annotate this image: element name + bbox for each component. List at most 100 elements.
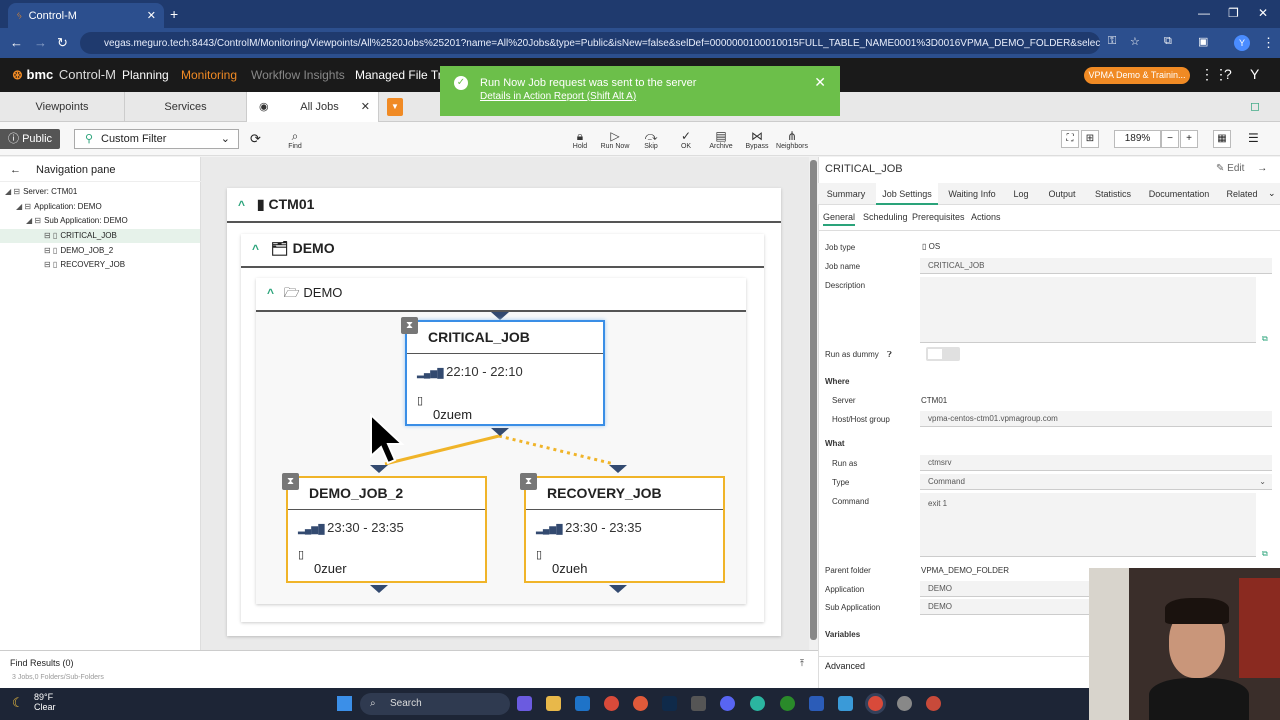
nav-planning[interactable]: Planning	[122, 68, 169, 82]
restore-icon[interactable]: ❐	[1228, 6, 1239, 20]
tabs-dropdown-button[interactable]: ▼	[387, 98, 403, 116]
back-icon[interactable]: ←	[10, 35, 23, 50]
browser-tab[interactable]: ᛃ Control-M ✕	[8, 3, 164, 28]
collapse-caret-icon[interactable]: ^	[238, 198, 245, 212]
start-icon[interactable]	[337, 696, 352, 711]
close-window-icon[interactable]: ✕	[1258, 6, 1268, 20]
chrome-active-icon[interactable]	[868, 696, 883, 711]
lightbulb-icon[interactable]: ◻	[1250, 99, 1260, 113]
job-name-field[interactable]: CRITICAL_JOB	[920, 258, 1272, 274]
description-field[interactable]	[920, 277, 1256, 343]
zoom-out-icon[interactable]: −	[1161, 130, 1179, 148]
host-field[interactable]: vpma-centos-ctm01.vpmagroup.com	[920, 411, 1272, 427]
tab-viewpoints[interactable]: Viewpoints	[0, 92, 125, 122]
application-field[interactable]: DEMO	[920, 581, 1090, 597]
minimize-icon[interactable]: —	[1198, 6, 1210, 20]
environment-badge[interactable]: VPMA Demo & Trainin...	[1084, 67, 1190, 84]
job-node-recovery[interactable]: RECOVERY_JOB ▂▄▆█ 23:30 - 23:35 ▯ 0zueh	[524, 476, 725, 583]
nav-monitoring[interactable]: Monitoring	[181, 68, 237, 82]
list-view-icon[interactable]: ☰	[1248, 131, 1259, 145]
collapse-caret-icon[interactable]: ^	[252, 242, 259, 256]
word-icon[interactable]	[809, 696, 824, 711]
reload-icon[interactable]: ↻	[57, 35, 68, 51]
tree-item-application[interactable]: ◢ ⊟ Application: DEMO	[0, 200, 200, 214]
tab-log[interactable]: Log	[1006, 183, 1036, 205]
ok-button[interactable]: ✓ OK	[668, 129, 704, 150]
xbox-icon[interactable]	[780, 696, 795, 711]
subtab-prerequisites[interactable]: Prerequisites	[912, 212, 965, 222]
server-header[interactable]: ^ ▮ CTM01	[238, 196, 314, 213]
nav-workflow-insights[interactable]: Workflow Insights	[251, 68, 345, 82]
custom-filter-dropdown[interactable]: ⚲ Custom Filter ⌄	[74, 129, 239, 149]
sub-application-field[interactable]: DEMO	[920, 599, 1090, 615]
tree-item-recovery-job[interactable]: ⊟ ▯ RECOVERY_JOB	[0, 258, 200, 272]
run-now-button[interactable]: ▷ Run Now	[597, 129, 633, 150]
url-field[interactable]: vegas.meguro.tech:8443/ControlM/Monitori…	[80, 32, 1100, 54]
scroll-top-icon[interactable]: ⤒	[800, 651, 804, 675]
run-as-field[interactable]: ctmsrv	[920, 455, 1272, 471]
expand-editor-icon[interactable]: ⧉	[1262, 549, 1268, 559]
neighbors-button[interactable]: ⋔ Neighbors	[774, 129, 810, 150]
user-avatar[interactable]: Y	[1250, 66, 1259, 82]
hold-button[interactable]: 🔒︎ Hold	[562, 129, 598, 150]
tree-item-demo-job-2[interactable]: ⊟ ▯ DEMO_JOB_2	[0, 244, 200, 258]
profile-avatar[interactable]: Y	[1234, 35, 1250, 51]
edit-button[interactable]: ✎ Edit →	[1216, 163, 1267, 174]
close-tab-icon[interactable]: ✕	[147, 9, 156, 22]
sub-folder-header[interactable]: ^ 🗁 DEMO	[267, 284, 342, 306]
run-as-dummy-toggle[interactable]	[926, 347, 960, 361]
tab-job-settings[interactable]: Job Settings	[876, 183, 938, 205]
tab-related[interactable]: Related	[1220, 183, 1264, 205]
tabs-more-icon[interactable]: ⌄	[1268, 188, 1276, 199]
sidepanel-icon[interactable]: ▣	[1198, 35, 1208, 48]
photoshop-icon[interactable]	[662, 696, 677, 711]
chrome-profile-icon[interactable]	[926, 696, 941, 711]
discord-icon[interactable]	[720, 696, 735, 711]
zoom-in-icon[interactable]: +	[1180, 130, 1198, 148]
bypass-button[interactable]: ⋈ Bypass	[739, 129, 775, 150]
back-arrow-icon[interactable]: ←	[10, 160, 21, 180]
tab-documentation[interactable]: Documentation	[1142, 183, 1216, 205]
action-report-link[interactable]: Details in Action Report (Shift Alt A)	[480, 91, 636, 102]
close-tab-icon[interactable]: ✕	[361, 92, 370, 122]
scrollbar-thumb[interactable]	[810, 160, 817, 640]
browser-menu-icon[interactable]: ⋮	[1262, 35, 1275, 51]
expand-editor-icon[interactable]: ⧉	[1262, 334, 1268, 344]
zoom-level[interactable]: 189%	[1114, 130, 1161, 148]
tab-statistics[interactable]: Statistics	[1088, 183, 1138, 205]
tree-item-sub-application[interactable]: ◢ ⊟ Sub Application: DEMO	[0, 214, 200, 228]
tab-output[interactable]: Output	[1040, 183, 1084, 205]
tab-summary[interactable]: Summary	[820, 183, 872, 205]
help-icon[interactable]: ?	[1224, 66, 1232, 82]
command-field[interactable]: exit 1	[920, 493, 1256, 557]
subtab-actions[interactable]: Actions	[971, 212, 1001, 222]
skip-button[interactable]: ⤼ Skip	[633, 129, 669, 150]
type-select[interactable]: Command ⌄	[920, 474, 1272, 490]
subtab-scheduling[interactable]: Scheduling	[863, 212, 908, 222]
tab-all-jobs[interactable]: ◉ All Jobs ✕	[247, 92, 379, 122]
file-explorer-icon[interactable]	[546, 696, 561, 711]
github-icon[interactable]	[897, 696, 912, 711]
tab-services[interactable]: Services	[125, 92, 247, 122]
tree-item-server[interactable]: ◢ ⊟ Server: CTM01	[0, 185, 200, 199]
layout-icon[interactable]: ⊞	[1081, 130, 1099, 148]
key-icon[interactable]: ⚿	[1108, 35, 1116, 48]
copilot-icon[interactable]	[517, 696, 532, 711]
fit-screen-icon[interactable]: ⛶	[1061, 130, 1079, 148]
new-tab-icon[interactable]: +	[170, 6, 178, 22]
taskbar-search[interactable]: ⌕ Search	[360, 693, 510, 715]
table-view-icon[interactable]: ▦	[1213, 130, 1231, 148]
bookmark-star-icon[interactable]: ☆	[1130, 35, 1140, 48]
tree-item-critical-job[interactable]: ⊟ ▯ CRITICAL_JOB	[0, 229, 200, 243]
tab-waiting-info[interactable]: Waiting Info	[942, 183, 1002, 205]
snipping-tool-icon[interactable]	[691, 696, 706, 711]
chrome-alt-icon[interactable]	[633, 696, 648, 711]
job-node-demo-job-2[interactable]: DEMO_JOB_2 ▂▄▆█ 23:30 - 23:35 ▯ 0zuer	[286, 476, 487, 583]
refresh-icon[interactable]: ⟳	[250, 131, 261, 147]
find-button[interactable]: ⌕ Find	[277, 129, 313, 150]
job-node-critical[interactable]: CRITICAL_JOB ▂▄▆█ 22:10 - 22:10 ▯ 0zuem	[405, 320, 605, 426]
forward-icon[interactable]: →	[34, 35, 47, 50]
archive-button[interactable]: ▤ Archive	[703, 129, 739, 150]
extensions-icon[interactable]: ⧉	[1164, 35, 1172, 48]
app-folder-header[interactable]: ^ 🗂︎ DEMO	[252, 240, 335, 257]
